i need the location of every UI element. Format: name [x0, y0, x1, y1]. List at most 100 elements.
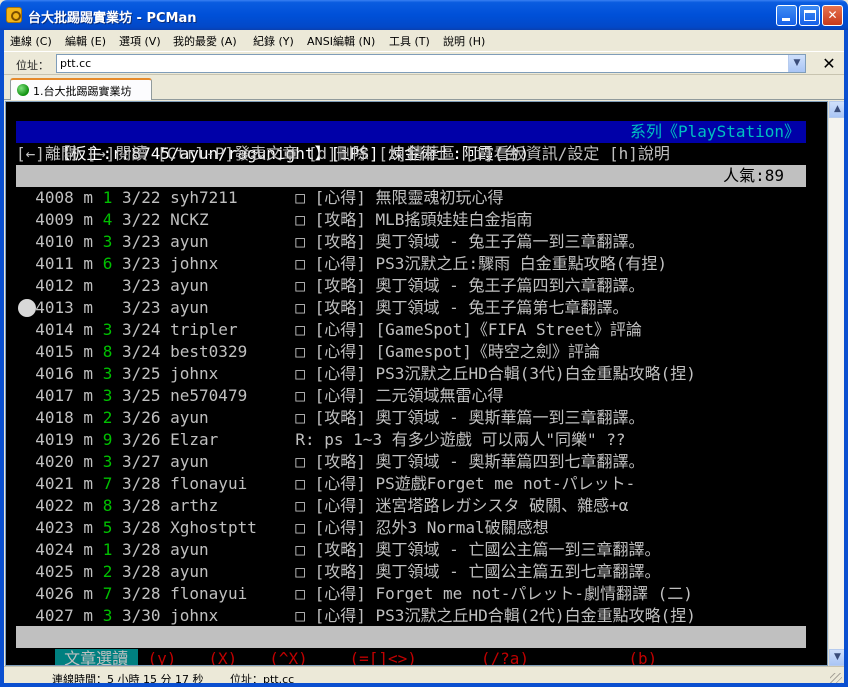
address-bar: 位址： ▼ ✕: [4, 51, 844, 75]
pcman-app-icon[interactable]: [6, 7, 22, 23]
status-bar: 連線時間：5 小時 15 分 17 秒 位址：ptt.cc: [4, 666, 844, 687]
post-author: best0329: [170, 342, 296, 361]
post-number: 4012 m: [16, 276, 103, 295]
menu-connection[interactable]: 連線 (C): [10, 33, 52, 49]
arrow-down-icon: ▼: [834, 652, 841, 662]
footer-key: (/?a): [480, 649, 530, 666]
footer-key: (=[]<>): [349, 649, 417, 666]
post-author: arthz: [170, 496, 296, 515]
post-title: □ [攻略] 奧丁領域 - 亡國公主篇五到七章翻譯。: [295, 562, 661, 581]
post-author: ayun: [170, 452, 296, 471]
post-row[interactable]: 4021 m 7 3/28 flonayui □ [心得] PS遊戲Forget…: [16, 473, 635, 495]
post-number: 4021 m: [16, 474, 103, 493]
post-title: □ [心得] PS3沉默之丘:驟雨 白金重點攻略(有捏): [295, 254, 667, 273]
close-icon: ✕: [827, 8, 838, 22]
recommend-count: 1: [102, 188, 113, 207]
maximize-button[interactable]: [799, 5, 820, 26]
post-row[interactable]: 4020 m 3 3/27 ayun □ [攻略] 奧丁領域 - 奧斯華篇四到七…: [16, 451, 644, 473]
resize-grip[interactable]: [830, 673, 842, 685]
post-row[interactable]: 4013 m 3/23 ayun □ [攻略] 奧丁領域 - 兔王子篇第七章翻譯…: [16, 297, 628, 319]
post-date: 3/26: [112, 430, 171, 449]
tab-label: 1.台大批踢踢實業坊: [33, 85, 132, 98]
scroll-up-button[interactable]: ▲: [829, 101, 846, 118]
post-number: 4020 m: [16, 452, 103, 471]
post-row[interactable]: 4010 m 3 3/23 ayun □ [攻略] 奧丁領域 - 兔王子篇一到三…: [16, 231, 644, 253]
board-series: 系列《PlayStation》: [630, 122, 800, 141]
tab-ptt[interactable]: 1.台大批踢踢實業坊: [10, 78, 152, 100]
post-row[interactable]: 4016 m 3 3/25 johnx □ [心得] PS3沉默之丘HD合輯(3…: [16, 363, 696, 385]
post-row[interactable]: 4009 m 4 3/22 NCKZ □ [攻略] MLB搖頭娃娃白金指南: [16, 209, 532, 231]
post-row[interactable]: 4008 m 1 3/22 syh7211 □ [心得] 無限靈魂初玩心得: [16, 187, 503, 209]
recommend-count: 5: [102, 518, 113, 537]
post-row[interactable]: 4026 m 7 3/28 flonayui □ [心得] Forget me …: [16, 583, 693, 605]
post-author: ayun: [170, 276, 296, 295]
address-field: ▼: [56, 54, 806, 73]
post-title: □ [心得] [Gamespot]《時空之劍》評論: [295, 342, 600, 361]
post-row[interactable]: 4015 m 8 3/24 best0329 □ [心得] [Gamespot]…: [16, 341, 600, 363]
post-number: 4023 m: [16, 518, 103, 537]
footer-title: 文章選讀: [54, 649, 138, 666]
address-input[interactable]: [57, 55, 777, 72]
post-date: 3/26: [112, 408, 171, 427]
address-dropdown-button[interactable]: ▼: [788, 55, 805, 72]
post-date: 3/24: [112, 342, 171, 361]
footer-key: (y): [137, 649, 177, 666]
post-date: 3/24: [112, 320, 171, 339]
post-date: 3/27: [112, 452, 171, 471]
post-author: johnx: [170, 364, 296, 383]
post-row[interactable]: 4019 m 9 3/26 Elzar R: ps 1~3 有多少遊戲 可以兩人…: [16, 429, 625, 451]
menu-favorites[interactable]: 我的最愛 (A): [173, 33, 237, 49]
post-row[interactable]: 4027 m 3 3/30 johnx □ [心得] PS3沉默之丘HD合輯(2…: [16, 605, 696, 627]
close-icon: ✕: [822, 54, 836, 73]
post-row[interactable]: 4011 m 6 3/23 johnx □ [心得] PS3沉默之丘:驟雨 白金…: [16, 253, 667, 275]
post-author: ayun: [170, 408, 296, 427]
menu-edit[interactable]: 編輯 (E): [65, 33, 106, 49]
recommend-count: 4: [102, 210, 113, 229]
recommend-count: 2: [102, 562, 113, 581]
menu-tools[interactable]: 工具 (T): [389, 33, 430, 49]
post-number: 4010 m: [16, 232, 103, 251]
post-author: ayun: [170, 562, 296, 581]
post-title: □ [攻略] 奧丁領域 - 亡國公主篇一到三章翻譯。: [295, 540, 661, 559]
post-date: 3/23: [112, 232, 171, 251]
post-number: 4014 m: [16, 320, 103, 339]
post-number: 4025 m: [16, 562, 103, 581]
post-number: 4015 m: [16, 342, 103, 361]
post-row[interactable]: 4022 m 8 3/28 arthz □ [心得] 迷宮塔路レガシスタ 破關、…: [16, 495, 628, 517]
post-title: □ [心得] Forget me not-パレット-劇情翻譯 (二): [295, 584, 693, 603]
recommend-count: [103, 276, 113, 295]
post-number: 4008 m: [16, 188, 103, 207]
menu-history[interactable]: 紀錄 (Y): [253, 33, 294, 49]
post-date: 3/28: [112, 562, 171, 581]
post-row[interactable]: 4017 m 3 3/25 ne570479 □ [心得] 二元領域無雷心得: [16, 385, 503, 407]
post-row[interactable]: 4025 m 2 3/28 ayun □ [攻略] 奧丁領域 - 亡國公主篇五到…: [16, 561, 660, 583]
post-date: 3/28: [112, 518, 171, 537]
recommend-count: [103, 298, 113, 317]
recommend-count: 3: [102, 452, 113, 471]
scroll-down-button[interactable]: ▼: [829, 649, 846, 666]
menu-ansi-edit[interactable]: ANSI編輯 (N): [307, 33, 375, 49]
post-row[interactable]: 4014 m 3 3/24 tripler □ [心得] [GameSpot]《…: [16, 319, 642, 341]
menu-options[interactable]: 選項 (V): [119, 33, 161, 49]
post-author: ayun: [170, 298, 296, 317]
popularity: 人氣:89: [723, 166, 784, 185]
post-row[interactable]: 4018 m 2 3/26 ayun □ [攻略] 奧丁領域 - 奧斯華篇一到三…: [16, 407, 644, 429]
minimize-button[interactable]: [776, 5, 797, 26]
footer-action: 推文: [237, 649, 270, 666]
post-row[interactable]: 4023 m 5 3/28 Xghostptt □ [心得] 忍外3 Norma…: [16, 517, 548, 539]
post-row[interactable]: 4012 m 3/23 ayun □ [攻略] 奧丁領域 - 兔王子篇四到六章翻…: [16, 275, 644, 297]
footer-bar: 文章選讀 (y)回應(X)推文(^X)轉錄 (=[]<>)相關主題(/?a)找標…: [16, 626, 806, 665]
post-title: □ [心得] PS3沉默之丘HD合輯(3代)白金重點攻略(捏): [295, 364, 696, 383]
recommend-count: 8: [102, 496, 113, 515]
address-close-button[interactable]: ✕: [819, 54, 839, 73]
post-author: NCKZ: [170, 210, 296, 229]
post-title: □ [攻略] 奧丁領域 - 兔王子篇第七章翻譯。: [295, 298, 629, 317]
terminal-screen[interactable]: 【板主:rr8745/ayun/ragunight】[iPS] 煉金術士:阿霞(…: [5, 101, 828, 666]
post-row[interactable]: 4024 m 1 3/28 ayun □ [攻略] 奧丁領域 - 亡國公主篇一到…: [16, 539, 660, 561]
title-bar[interactable]: 台大批踢踢實業坊 - PCMan ✕: [0, 0, 848, 30]
close-button[interactable]: ✕: [822, 5, 843, 26]
footer-commands: (y)回應(X)推文(^X)轉錄 (=[]<>)相關主題(/?a)找標題/作者 …: [137, 649, 721, 666]
terminal-scrollbar[interactable]: ▲ ▼: [828, 101, 846, 666]
menu-help[interactable]: 說明 (H): [443, 33, 485, 49]
post-author: syh7211: [170, 188, 296, 207]
